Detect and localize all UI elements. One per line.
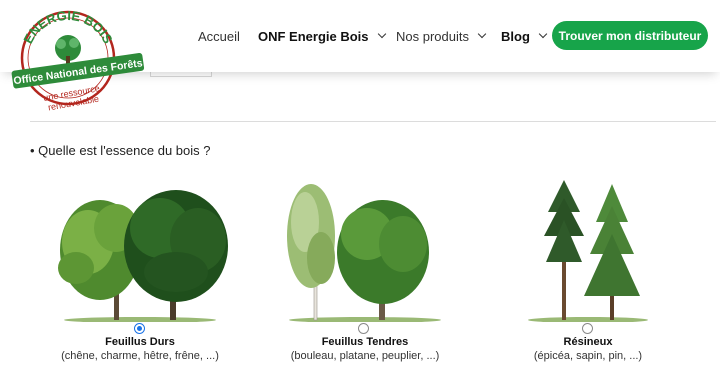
find-distributor-button[interactable]: Trouver mon distributeur [552,21,708,50]
logo-graphic: ENERGIE BOIS Office National des Forêts … [11,8,145,112]
chevron-down-icon [477,29,487,39]
nav-item-nos-produits[interactable]: Nos produits [396,20,487,52]
radio-feuillus-durs[interactable] [134,323,145,334]
divider [30,121,716,122]
nav-label: Blog [501,28,530,44]
option-title: Feuillus Durs [105,336,175,348]
nav-item-onf-energie-bois[interactable]: ONF Energie Bois [258,20,386,52]
question-label: • Quelle est l'essence du bois ? [30,143,211,158]
conifer-trees-icon [528,180,648,322]
nav-item-accueil[interactable]: Accueil [198,20,240,52]
nav-label: ONF Energie Bois [258,28,369,44]
nav-label: Accueil [198,28,240,44]
option-resineux[interactable]: Résineux (épicéa, sapin, pin, ...) [478,172,698,372]
hardwood-trees-icon [58,190,228,322]
radio-resineux[interactable] [582,323,593,334]
option-subtitle: (bouleau, platane, peuplier, ...) [290,350,440,362]
onf-energie-bois-logo[interactable]: ENERGIE BOIS Office National des Forêts … [6,6,146,112]
chevron-down-icon [538,29,548,39]
chevron-down-icon [377,29,386,39]
option-title: Feuillus Tendres [321,336,409,348]
radio-feuillus-tendres[interactable] [358,323,369,334]
option-title: Résineux [563,336,613,348]
option-feuillus-tendres[interactable]: Feuillus Tendres (bouleau, platane, peup… [255,172,475,372]
nav-label: Nos produits [396,28,469,44]
nav-item-blog[interactable]: Blog [501,20,548,52]
option-subtitle: (épicéa, sapin, pin, ...) [533,350,643,362]
option-feuillus-durs[interactable]: Feuillus Durs (chêne, charme, hêtre, frê… [30,172,250,372]
option-subtitle: (chêne, charme, hêtre, frêne, ...) [61,350,219,362]
softwood-trees-icon [287,184,441,322]
